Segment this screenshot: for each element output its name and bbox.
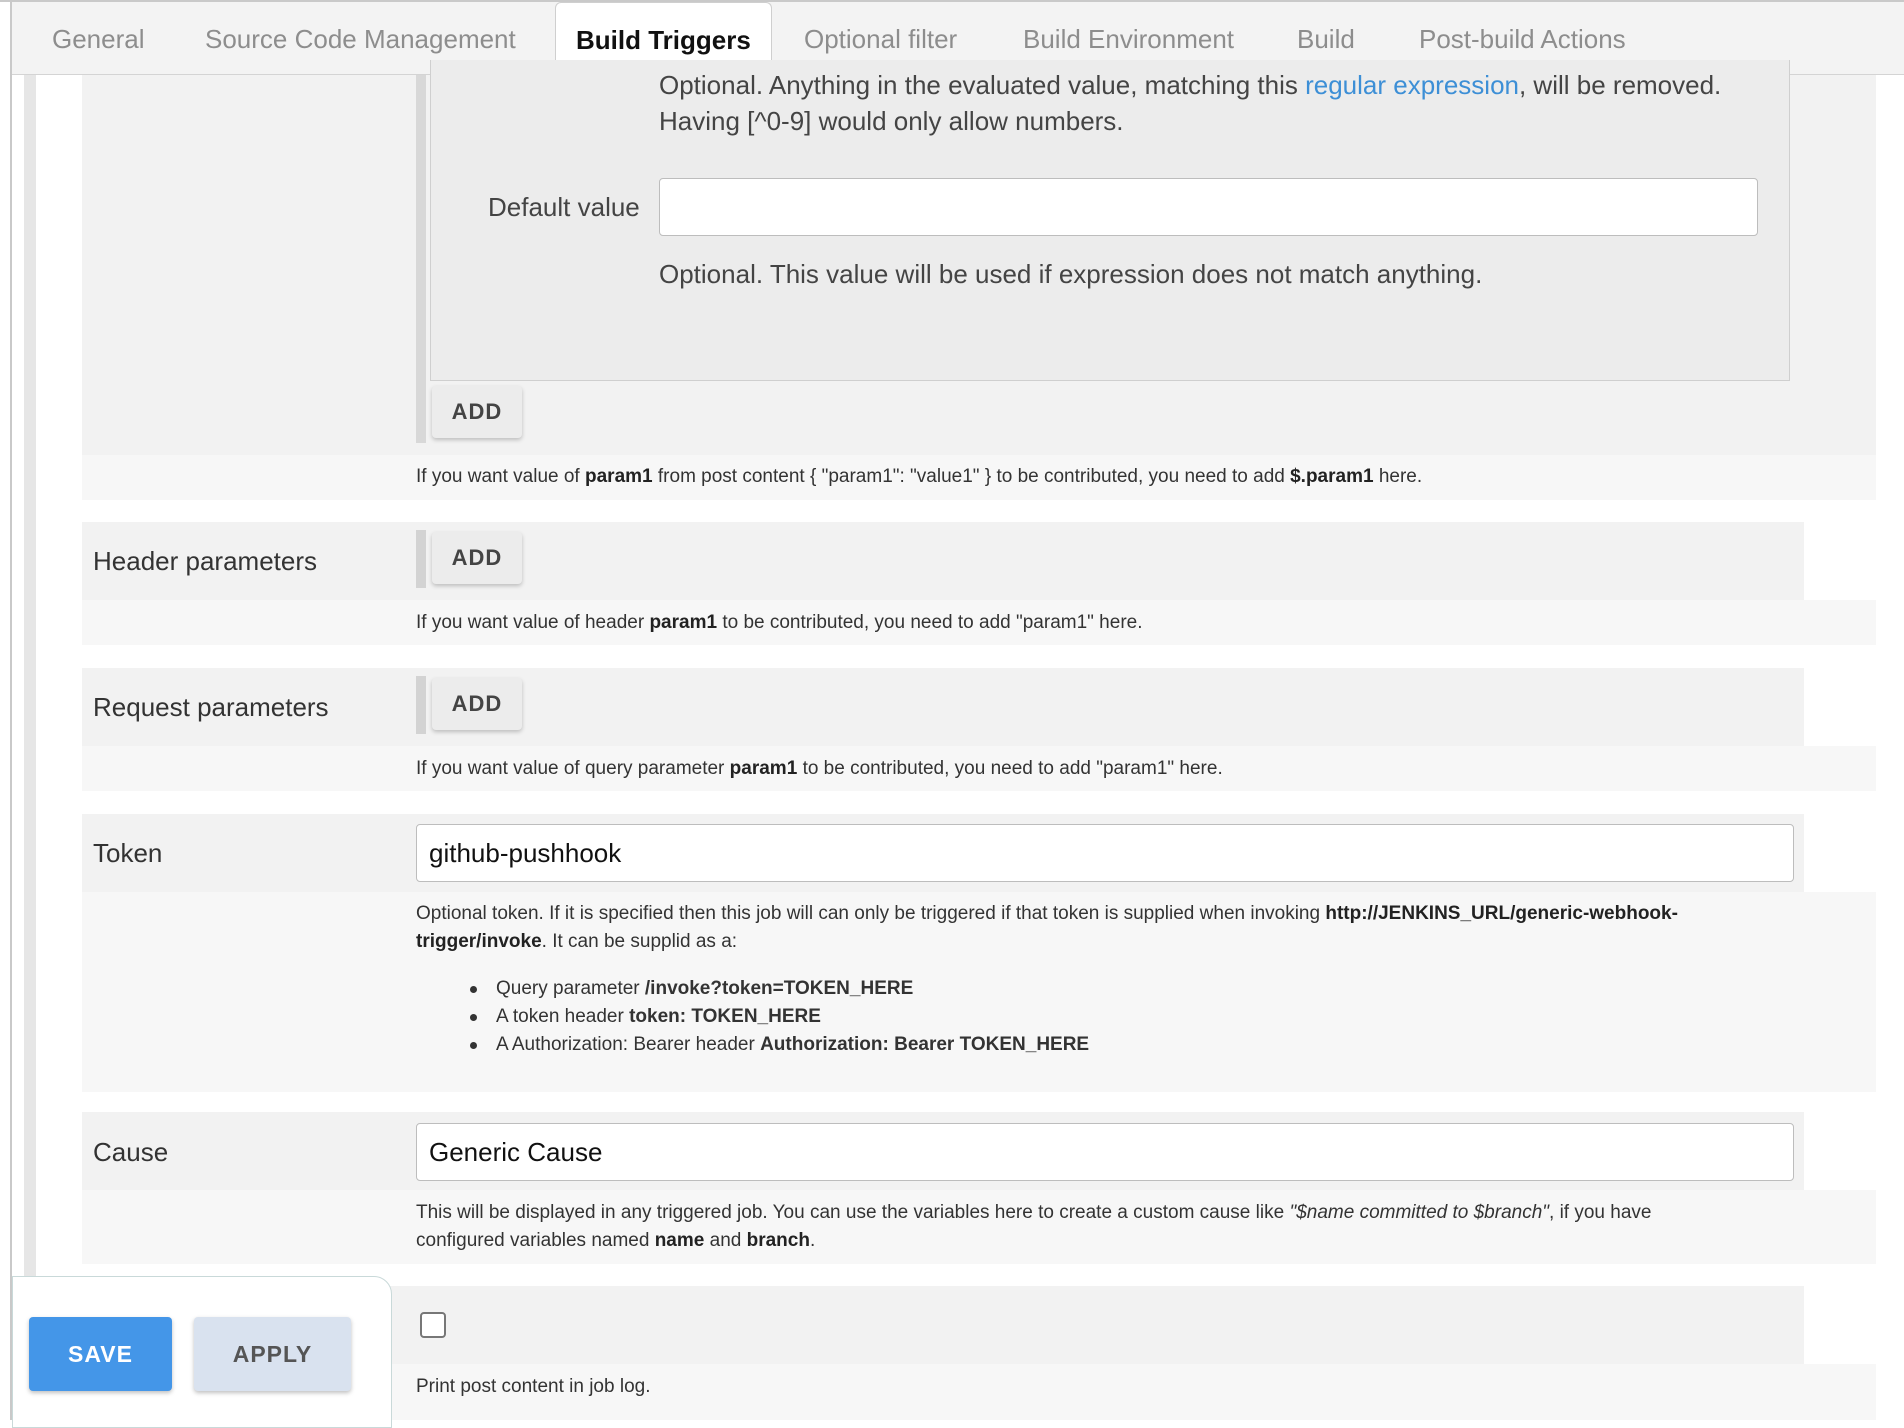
tab-general[interactable]: General [52,2,145,74]
section-left-bar [24,75,36,1420]
left-border [10,0,12,1420]
regular-expression-link[interactable]: regular expression [1305,70,1519,100]
token-input[interactable] [416,824,1794,882]
default-value-help: Optional. This value will be used if exp… [659,259,1483,289]
print-post-label: Print post content in job log. [416,1376,651,1397]
regex-help: Optional. Anything in the evaluated valu… [659,67,1759,139]
cause-help: This will be displayed in any triggered … [416,1202,1652,1251]
regex-help-line2: Having [^0-9] would only allow numbers. [659,106,1124,136]
request-params-stub [416,676,426,734]
request-params-help: If you want value of query parameter par… [416,758,1223,779]
request-params-add-button[interactable]: ADD [432,678,522,730]
header-params-label: Header parameters [93,546,317,576]
regex-help-suffix: , will be removed. [1518,70,1722,100]
post-params-nesting-bar [416,75,426,443]
post-params-add-button[interactable]: ADD [432,386,522,438]
token-help: Optional token. If it is specified then … [416,903,1678,952]
header-params-add-button[interactable]: ADD [432,532,522,584]
apply-button[interactable]: APPLY [194,1317,351,1391]
cause-label: Cause [93,1137,169,1167]
print-post-checkbox[interactable] [420,1312,446,1338]
token-methods-list: Query parameter /invoke?token=TOKEN_HERE… [470,975,1089,1059]
list-item: Query parameter /invoke?token=TOKEN_HERE [470,975,1089,1003]
header-params-section [82,522,1804,600]
header-params-help: If you want value of header param1 to be… [416,612,1143,633]
default-value-label: Default value [488,192,640,222]
post-params-help: If you want value of param1 from post co… [416,466,1423,487]
save-button[interactable]: SAVE [29,1317,172,1391]
token-label: Token [93,838,163,868]
list-item: A token header token: TOKEN_HERE [470,1003,1089,1031]
request-params-label: Request parameters [93,692,329,722]
list-item: A Authorization: Bearer header Authoriza… [470,1031,1089,1059]
request-params-section [82,668,1804,746]
regex-help-text: Optional. Anything in the evaluated valu… [659,70,1298,100]
default-value-input[interactable] [659,178,1758,236]
header-params-stub [416,530,426,588]
cause-input[interactable] [416,1123,1794,1181]
